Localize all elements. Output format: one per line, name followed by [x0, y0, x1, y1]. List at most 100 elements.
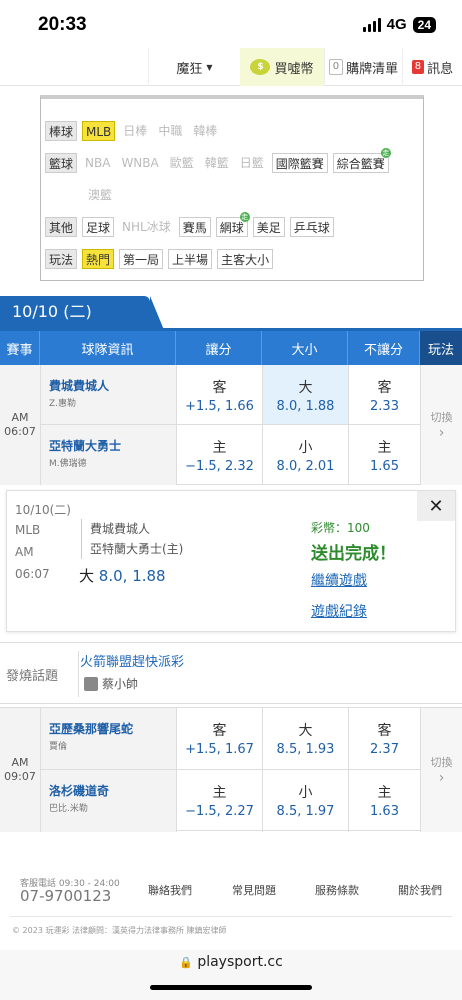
status-bar: 20:33 4G 24: [0, 0, 462, 48]
odds-value: 1.65: [370, 459, 399, 474]
league-mlb[interactable]: MLB: [82, 121, 116, 141]
url-display[interactable]: 🔒 playsport.cc: [0, 954, 462, 970]
odds-side: 小: [298, 785, 313, 801]
pitcher-name: Z.惠勒: [49, 399, 77, 409]
terms-link[interactable]: 服務條款: [315, 882, 359, 898]
league-table-tennis[interactable]: 乒乓球: [289, 217, 334, 237]
pitcher-name: M.佛瑞德: [49, 459, 87, 469]
live-tag: 走: [239, 212, 250, 222]
league-cpbl[interactable]: 中職: [155, 121, 185, 141]
odds-side: 主: [377, 440, 392, 456]
league-horse-racing[interactable]: 賽馬: [178, 217, 211, 237]
league-soccer[interactable]: 足球: [82, 217, 115, 237]
continue-game-link[interactable]: 繼續遊戲: [311, 570, 367, 590]
play-home-away-ou[interactable]: 主客大小: [217, 249, 274, 269]
odds-over[interactable]: 大 8.0, 1.88: [262, 365, 348, 425]
play-first-half[interactable]: 上半場: [168, 249, 213, 269]
odds-side: 大: [298, 723, 313, 739]
play-hot[interactable]: 熱門: [82, 249, 115, 269]
switch-label: 切換: [430, 411, 453, 424]
league-wnba[interactable]: WNBA: [118, 153, 161, 173]
popup-league: MLB: [15, 523, 41, 537]
contact-link[interactable]: 聯絡我們: [148, 882, 192, 898]
odds-value: 1.63: [370, 804, 399, 819]
date-tab[interactable]: 10/10 (二): [0, 296, 164, 330]
odds-spread-home[interactable]: 主 −1.5, 2.32: [176, 425, 262, 485]
odds-moneyline-home[interactable]: 主 1.65: [348, 425, 420, 485]
game-record-link[interactable]: 遊戲紀錄: [311, 601, 367, 621]
odds-spread-away[interactable]: 客 +1.5, 1.67: [176, 708, 262, 770]
switch-button[interactable]: 切換 ›: [420, 365, 462, 485]
odds-value: 2.33: [370, 399, 399, 414]
match-period: AM: [11, 411, 29, 424]
buy-coins-button[interactable]: $ 買噓幣: [240, 48, 324, 86]
odds-moneyline-away[interactable]: 客 2.37: [348, 708, 420, 770]
team-home: 亞特蘭大勇士 M.佛瑞德: [40, 425, 176, 485]
odds-moneyline-away[interactable]: 客 2.33: [348, 365, 420, 425]
caret-down-icon: ▼: [206, 62, 213, 72]
hot-topic: 發燒話題 火箭聯盟趕快派彩 蔡小帥: [0, 642, 462, 704]
home-indicator[interactable]: [150, 985, 312, 990]
cart-count: 0: [328, 59, 344, 75]
cart-button[interactable]: 0 購牌清單: [324, 48, 402, 86]
odds-under[interactable]: 小 8.5, 1.97: [262, 770, 348, 832]
match-row: AM 09:07 亞歷桑那響尾蛇 賈倫 洛杉磯道奇 巴比.米勒 客 +1.5, 1.67…: [0, 707, 462, 832]
faq-link[interactable]: 常見問題: [232, 882, 276, 898]
category-baseball: 棒球: [45, 121, 78, 141]
pitcher-name: 巴比.米勒: [49, 804, 88, 814]
odds-spread-home[interactable]: 主 −1.5, 2.27: [176, 770, 262, 832]
play-first-inning[interactable]: 第一局: [119, 249, 164, 269]
user-menu[interactable]: 魔狂 ▼: [148, 48, 240, 86]
category-play: 玩法: [45, 249, 78, 269]
team-name: 亞特蘭大勇士: [49, 439, 122, 453]
header-teams: 球隊資訊: [40, 331, 176, 365]
clock: 20:33: [38, 14, 87, 35]
league-npb[interactable]: 日棒: [120, 121, 150, 141]
pitcher-name: 賈倫: [49, 742, 68, 752]
league-mixed-basketball[interactable]: 綜合籃賽走: [332, 148, 391, 173]
url-text: playsport.cc: [197, 954, 283, 970]
odds-moneyline-home[interactable]: 主 1.63: [348, 770, 420, 832]
odds-under[interactable]: 小 8.0, 2.01: [262, 425, 348, 485]
odds-side: 客: [212, 723, 227, 739]
team-name: 亞歷桑那響尾蛇: [49, 722, 134, 736]
avatar: [84, 676, 98, 691]
category-other: 其他: [45, 217, 78, 237]
phone-number[interactable]: 07-9700123: [20, 887, 111, 905]
odds-spread-away[interactable]: 客 +1.5, 1.66: [176, 365, 262, 425]
odds-value: 8.0, 1.88: [276, 399, 335, 414]
odds-side: 主: [377, 785, 392, 801]
popup-teams: 費城費城人 亞特蘭大勇士(主): [81, 519, 183, 559]
hot-topic-title[interactable]: 火箭聯盟趕快派彩: [80, 651, 184, 670]
odds-side: 主: [212, 785, 227, 801]
popup-period: AM: [15, 545, 34, 559]
league-korea-basketball[interactable]: 韓籃: [202, 153, 232, 173]
hot-topic-author[interactable]: 蔡小帥: [84, 675, 138, 692]
league-japan-basketball[interactable]: 日籃: [237, 153, 267, 173]
messages-button[interactable]: 8 訊息: [402, 48, 462, 86]
league-australia-basketball[interactable]: 澳籃: [85, 185, 115, 205]
league-american-football[interactable]: 美足: [252, 217, 285, 237]
league-kbo[interactable]: 韓棒: [190, 121, 220, 141]
live-tag: 走: [380, 148, 391, 158]
chevron-right-icon: ›: [438, 770, 445, 786]
header-event: 賽事: [0, 331, 40, 365]
switch-button[interactable]: 切換 ›: [420, 708, 462, 832]
popup-bet-side: 大: [79, 567, 95, 585]
popup-date: 10/10(二): [15, 503, 71, 517]
league-nhl[interactable]: NHL冰球: [119, 217, 174, 237]
odds-value: 8.0, 2.01: [276, 459, 335, 474]
league-tennis-label: 網球: [219, 221, 244, 235]
about-link[interactable]: 關於我們: [398, 882, 442, 898]
category-basketball: 籃球: [45, 153, 78, 173]
close-icon[interactable]: ✕: [417, 491, 455, 521]
league-euro-basketball[interactable]: 歐籃: [167, 153, 197, 173]
league-nba[interactable]: NBA: [82, 153, 113, 173]
odds-over[interactable]: 大 8.5, 1.93: [262, 708, 348, 770]
league-tennis[interactable]: 網球走: [215, 212, 250, 237]
odds-side: 客: [377, 723, 392, 739]
chevron-right-icon: ›: [438, 425, 445, 441]
copyright: © 2023 玩運彩 法律顧問：漢英得力法律事務所 陳鎮宏律師: [12, 926, 227, 935]
league-intl-basketball[interactable]: 國際籃賽: [271, 153, 328, 173]
author-name: 蔡小帥: [102, 677, 139, 691]
